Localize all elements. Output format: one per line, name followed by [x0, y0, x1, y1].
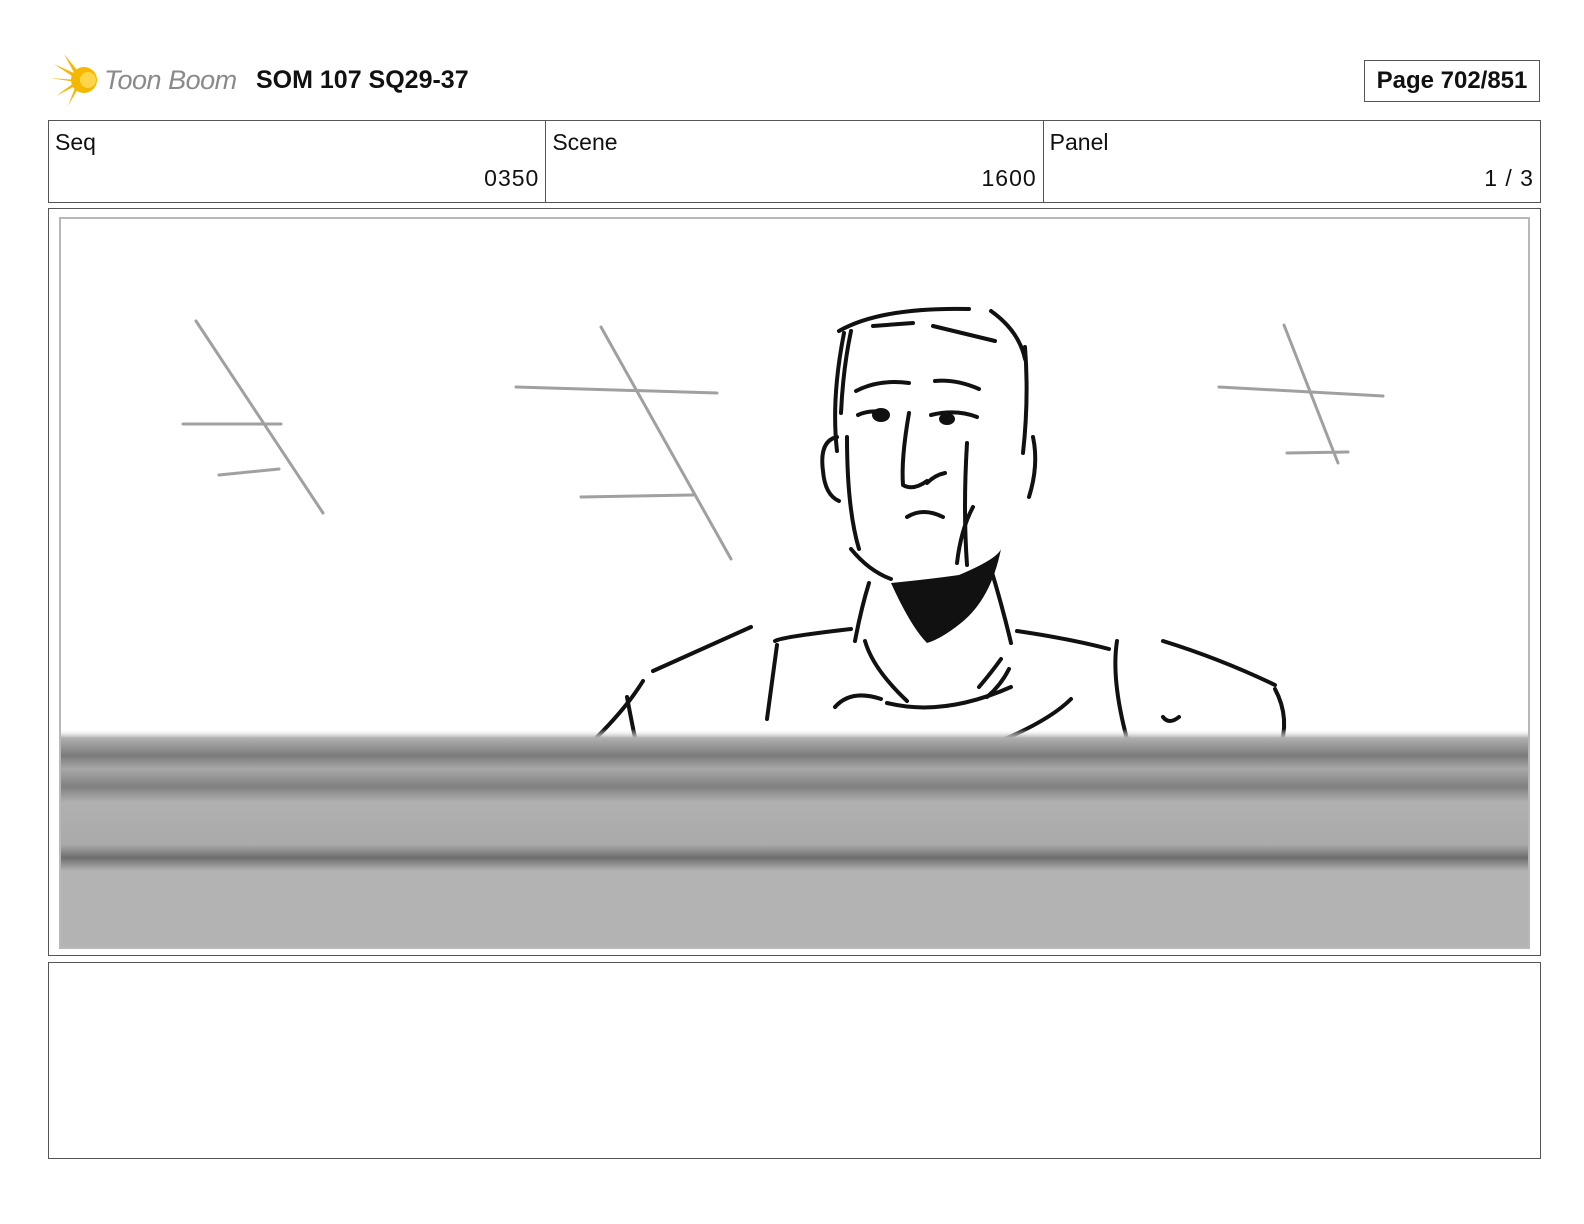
- storyboard-panel-image: [59, 217, 1530, 949]
- scene-cell: Scene 1600: [546, 121, 1044, 202]
- character-sketch: [61, 306, 1528, 947]
- panel-label: Panel: [1049, 129, 1109, 155]
- storyboard-panel-frame: [48, 208, 1541, 956]
- document-title: SOM 107 SQ29-37: [256, 66, 469, 94]
- panel-cell: Panel 1 / 3: [1044, 121, 1540, 202]
- starburst-icon: [50, 54, 97, 106]
- foreground-bar: [61, 729, 1528, 947]
- toon-boom-logo: Toon Boom: [50, 52, 240, 108]
- scene-value: 1600: [981, 165, 1037, 191]
- seq-cell: Seq 0350: [49, 121, 547, 202]
- panel-notes-box[interactable]: [48, 962, 1541, 1159]
- page-number: Page 702/851: [1364, 60, 1540, 102]
- panel-value: 1 / 3: [1484, 165, 1534, 191]
- scene-label: Scene: [552, 129, 618, 155]
- logo-text: Toon Boom: [104, 65, 237, 95]
- panel-info-table: Seq 0350 Scene 1600 Panel 1 / 3: [48, 120, 1541, 203]
- seq-value: 0350: [484, 165, 540, 191]
- seq-label: Seq: [55, 129, 96, 155]
